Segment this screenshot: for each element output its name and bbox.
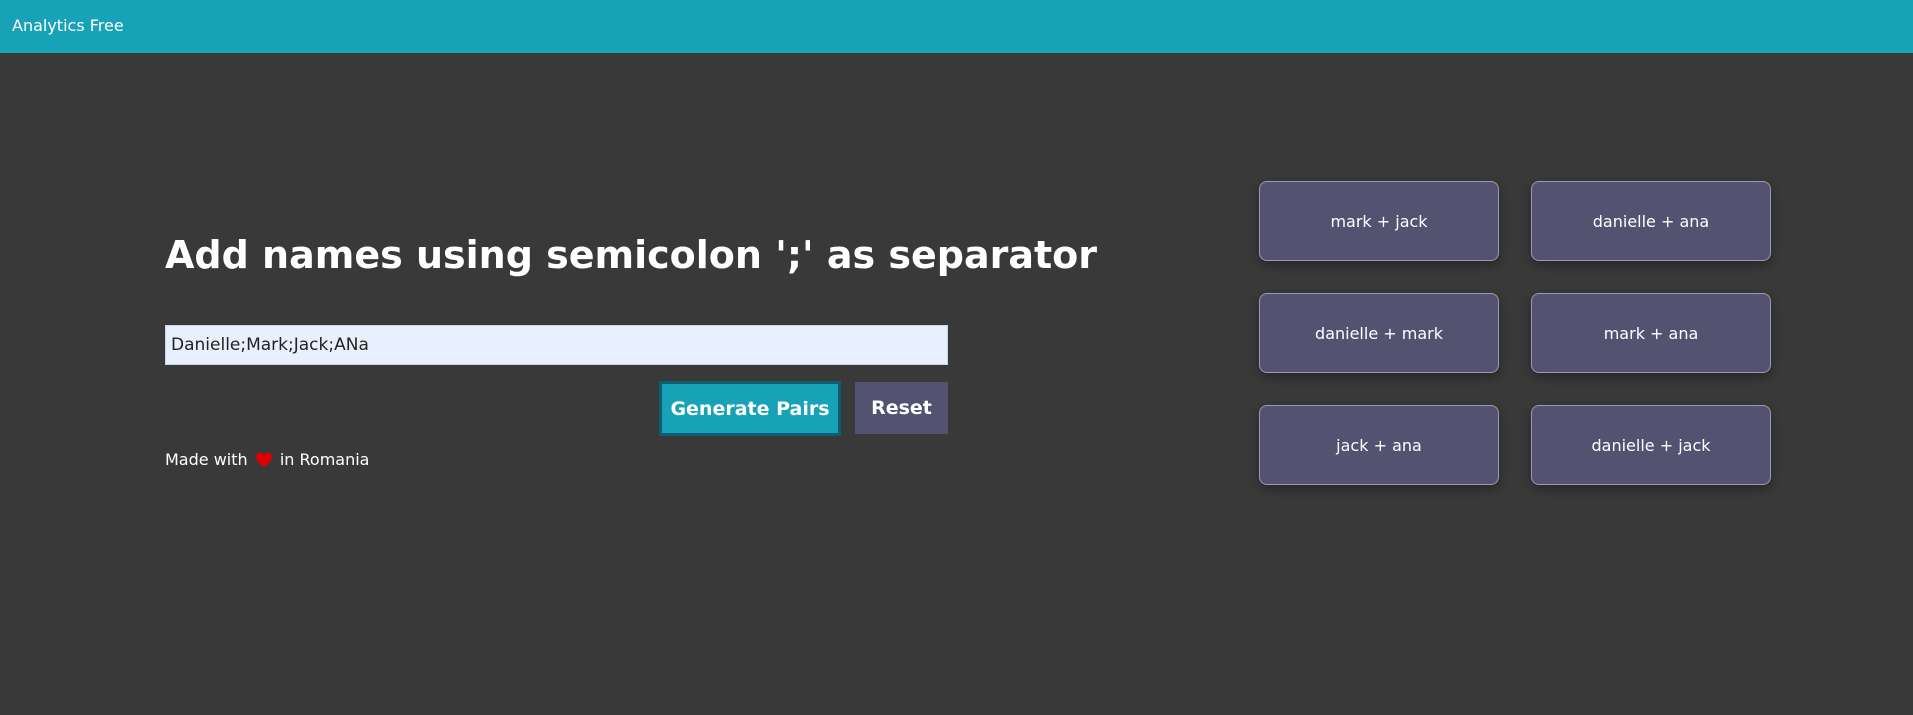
pairs-grid: mark + jack danielle + ana danielle + ma… bbox=[1259, 181, 1771, 485]
pair-card[interactable]: mark + jack bbox=[1259, 181, 1499, 261]
generate-pairs-button[interactable]: Generate Pairs bbox=[659, 381, 841, 436]
pair-card[interactable]: jack + ana bbox=[1259, 405, 1499, 485]
made-with-prefix: Made with bbox=[165, 450, 248, 469]
heart-icon bbox=[255, 452, 272, 468]
brand-name[interactable]: Analytics Free bbox=[12, 16, 124, 36]
made-with-note: Made with in Romania bbox=[165, 450, 369, 470]
pair-card[interactable]: danielle + mark bbox=[1259, 293, 1499, 373]
made-with-suffix: in Romania bbox=[279, 450, 370, 469]
pair-card[interactable]: danielle + ana bbox=[1531, 181, 1771, 261]
top-navbar: Analytics Free bbox=[0, 0, 1913, 53]
pair-card[interactable]: danielle + jack bbox=[1531, 405, 1771, 485]
page-title: Add names using semicolon ';' as separat… bbox=[165, 233, 1098, 277]
pair-card[interactable]: mark + ana bbox=[1531, 293, 1771, 373]
reset-button[interactable]: Reset bbox=[855, 382, 948, 434]
names-input[interactable] bbox=[165, 325, 948, 365]
